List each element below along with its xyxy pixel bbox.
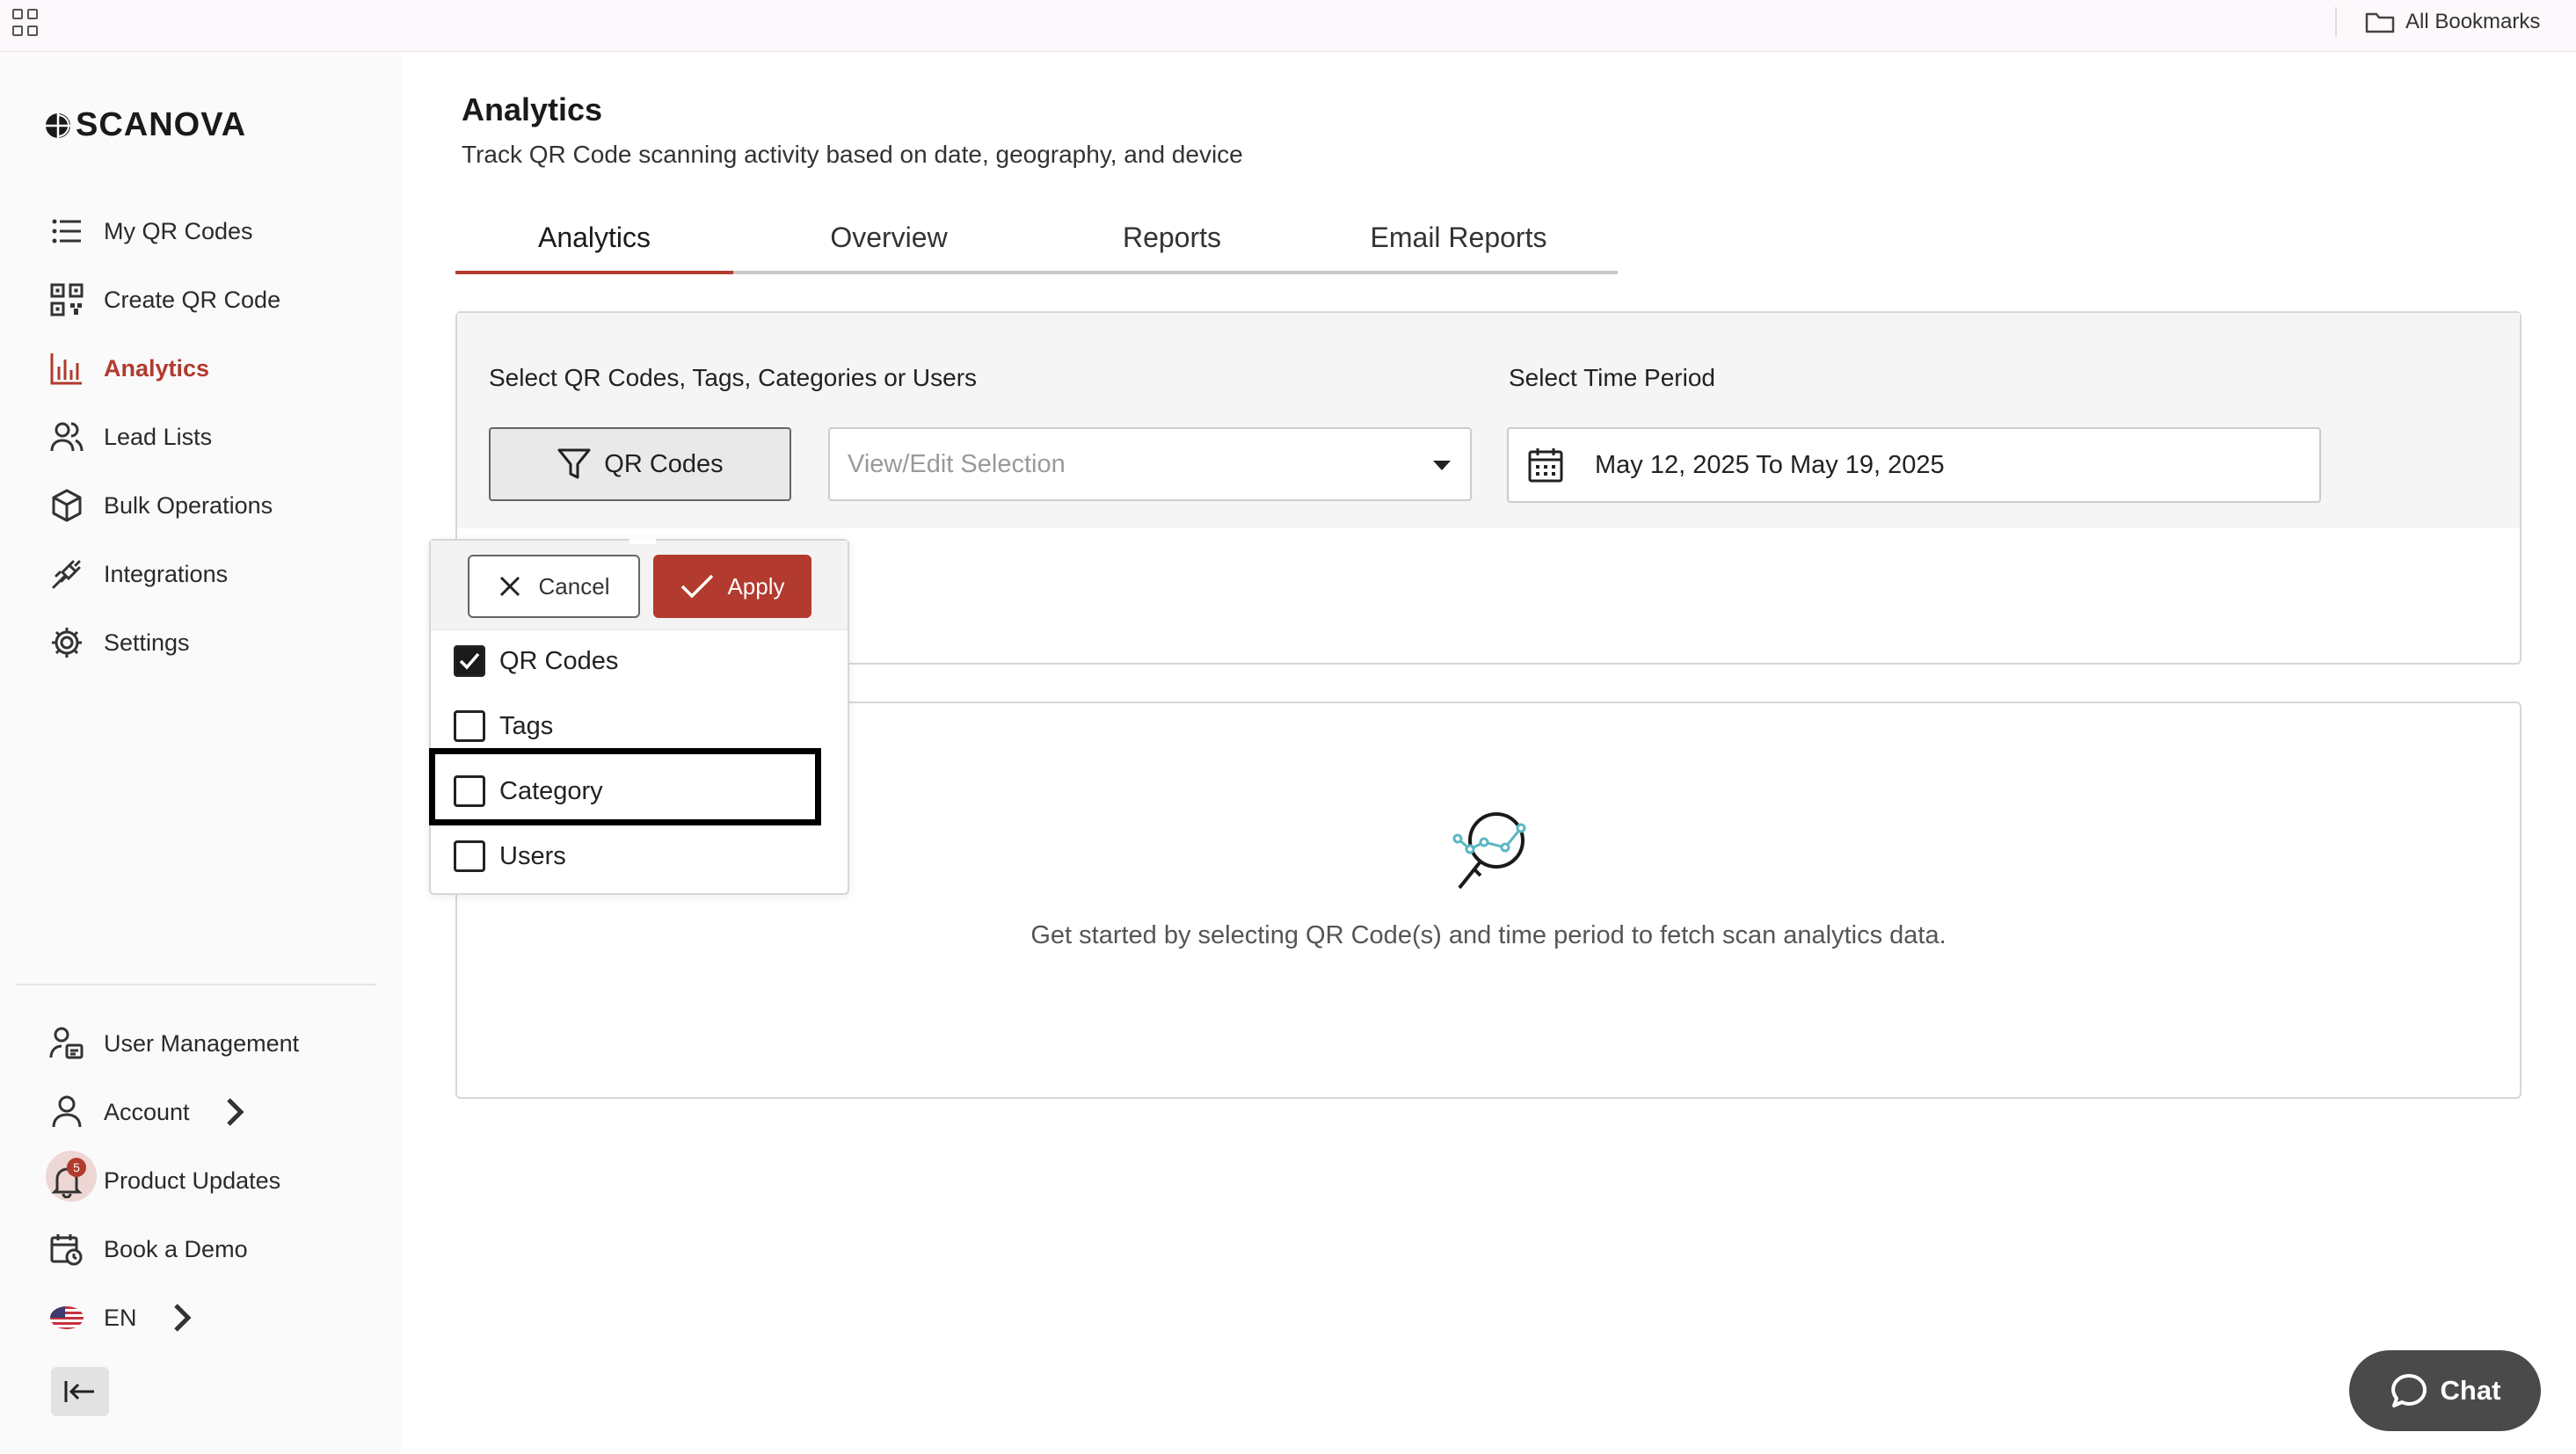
user-card-icon [49, 1027, 84, 1059]
us-flag-icon [50, 1306, 84, 1329]
collapse-arrow-icon [64, 1381, 94, 1402]
sidebar: SCANOVA My QR Codes Create QR Code Analy… [0, 52, 401, 1454]
option-label: QR Codes [499, 646, 619, 675]
date-range-input[interactable]: May 12, 2025 To May 19, 2025 [1507, 427, 2321, 503]
filter-icon [557, 448, 591, 479]
sidebar-item-label: Analytics [104, 354, 210, 382]
calendar-icon [1528, 448, 1563, 483]
plug-icon [52, 560, 81, 589]
sidebar-divider [16, 984, 376, 985]
caret-down-icon [1433, 461, 1451, 470]
sidebar-item-product-updates[interactable]: 5 Product Updates [46, 1151, 281, 1203]
chevron-right-icon [173, 1304, 192, 1332]
chevron-right-icon [226, 1098, 244, 1126]
apply-button[interactable]: Apply [653, 555, 811, 618]
brand-logo[interactable]: SCANOVA [44, 106, 246, 144]
checkbox-checked[interactable] [454, 645, 485, 677]
folder-icon [2365, 12, 2395, 33]
time-period-label: Select Time Period [1509, 364, 1715, 391]
bookmarks-bar: All Bookmarks [0, 0, 2576, 52]
calendar-clock-icon [50, 1234, 83, 1266]
list-icon [52, 219, 81, 244]
bookmarks-separator [2335, 7, 2337, 37]
selection-label: Select QR Codes, Tags, Categories or Use… [489, 364, 978, 391]
apps-grid-icon[interactable] [12, 9, 40, 37]
all-bookmarks-button[interactable]: All Bookmarks [2365, 7, 2540, 37]
checkbox-unchecked[interactable] [454, 840, 485, 872]
option-qr-codes[interactable]: QR Codes [454, 639, 618, 683]
option-users[interactable]: Users [454, 834, 566, 878]
sidebar-item-analytics[interactable]: Analytics [49, 346, 209, 390]
page-title: Analytics [462, 91, 603, 127]
tab-email-reports[interactable]: Email Reports [1299, 216, 1618, 269]
box-icon [52, 489, 82, 522]
user-icon [52, 1095, 82, 1128]
sidebar-item-language[interactable]: EN [49, 1296, 200, 1340]
all-bookmarks-label: All Bookmarks [2405, 10, 2541, 33]
sidebar-item-label: Bulk Operations [104, 491, 273, 519]
page-subtitle: Track QR Code scanning activity based on… [462, 141, 1243, 168]
close-icon [499, 576, 520, 597]
bell-icon-wrapper: 5 [46, 1151, 97, 1202]
selection-type-popover: Cancel Apply QR Codes Tags Category User… [429, 539, 849, 895]
selection-type-label: QR Codes [604, 449, 724, 478]
sidebar-item-my-qr-codes[interactable]: My QR Codes [49, 209, 253, 253]
option-category[interactable]: Category [454, 769, 603, 813]
sidebar-item-label: Account [104, 1098, 190, 1125]
bar-chart-icon [50, 353, 82, 385]
logo-globe-icon [46, 113, 70, 138]
tab-analytics[interactable]: Analytics [455, 216, 733, 274]
sidebar-item-user-management[interactable]: User Management [49, 1021, 299, 1065]
sidebar-item-label: Settings [104, 629, 190, 656]
sidebar-item-label: Integrations [104, 560, 229, 587]
gear-icon [52, 628, 82, 658]
users-icon [50, 422, 84, 452]
sidebar-item-settings[interactable]: Settings [49, 621, 190, 665]
sidebar-item-create-qr-code[interactable]: Create QR Code [49, 278, 280, 322]
tab-overview[interactable]: Overview [733, 216, 1044, 269]
selection-type-button[interactable]: QR Codes [489, 427, 791, 501]
sidebar-item-integrations[interactable]: Integrations [49, 552, 228, 596]
qr-code-icon [50, 283, 84, 316]
option-tags[interactable]: Tags [454, 704, 553, 748]
checkbox-unchecked[interactable] [454, 710, 485, 742]
tab-reports[interactable]: Reports [1044, 216, 1299, 269]
selection-placeholder: View/Edit Selection [848, 449, 1066, 478]
magnifier-chart-icon [1452, 812, 1526, 890]
cancel-button[interactable]: Cancel [468, 555, 640, 618]
empty-state-message: Get started by selecting QR Code(s) and … [1030, 921, 1947, 949]
notification-badge: 5 [67, 1158, 86, 1177]
sidebar-item-label: EN [104, 1304, 137, 1331]
sidebar-item-label: Create QR Code [104, 286, 281, 313]
sidebar-item-bulk-operations[interactable]: Bulk Operations [49, 483, 273, 527]
option-label: Users [499, 841, 566, 870]
sidebar-item-label: Lead Lists [104, 423, 213, 450]
chat-label: Chat [2440, 1375, 2501, 1406]
sidebar-item-lead-lists[interactable]: Lead Lists [49, 415, 212, 459]
collapse-sidebar-button[interactable] [51, 1367, 109, 1416]
sidebar-item-label: Book a Demo [104, 1235, 248, 1262]
popover-notch [629, 539, 656, 544]
sidebar-item-label: My QR Codes [104, 217, 253, 244]
date-range-value: May 12, 2025 To May 19, 2025 [1595, 450, 1945, 479]
sidebar-item-label: Product Updates [104, 1167, 281, 1194]
sidebar-item-account[interactable]: Account [49, 1090, 253, 1134]
check-icon [681, 574, 714, 599]
option-label: Category [499, 776, 603, 805]
sidebar-item-book-a-demo[interactable]: Book a Demo [49, 1227, 248, 1271]
cancel-label: Cancel [538, 572, 610, 600]
brand-name: SCANOVA [76, 106, 247, 143]
analytics-tabs: Analytics Overview Reports Email Reports [455, 207, 1618, 274]
check-icon [459, 652, 480, 670]
chat-button[interactable]: Chat [2349, 1350, 2541, 1431]
chat-bubble-icon [2390, 1374, 2427, 1407]
option-label: Tags [499, 711, 554, 740]
sidebar-item-label: User Management [104, 1029, 300, 1057]
checkbox-unchecked[interactable] [454, 775, 485, 807]
apply-label: Apply [727, 572, 785, 600]
view-edit-selection-dropdown[interactable]: View/Edit Selection [828, 427, 1472, 501]
